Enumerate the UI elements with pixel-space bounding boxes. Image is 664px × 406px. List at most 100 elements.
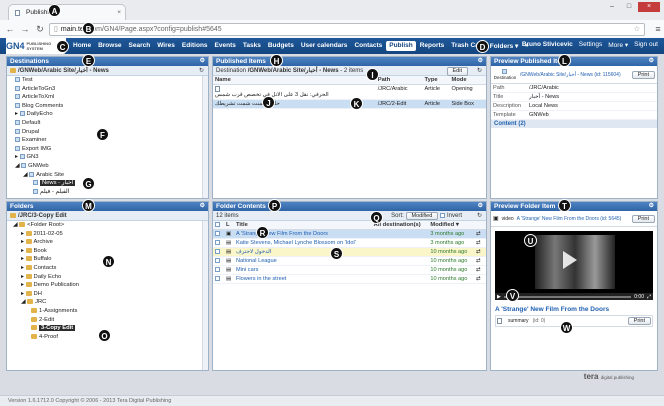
menu-user-calendars[interactable]: User calendars (298, 41, 351, 51)
publish-icon[interactable]: ⇄ (474, 247, 486, 258)
panel-gear-icon[interactable]: ⚙ (649, 57, 654, 66)
reload-icon[interactable]: ↻ (34, 23, 46, 35)
refresh-icon[interactable]: ↻ (477, 66, 482, 76)
destination-tile[interactable]: Destination (493, 68, 517, 80)
fullscreen-icon[interactable]: ⤢ (647, 294, 651, 300)
menu-browse[interactable]: Browse (95, 41, 124, 51)
user-name[interactable]: Bruno Stivicevic (522, 41, 573, 49)
col-type[interactable]: Type (422, 76, 450, 85)
menu-events[interactable]: Events (212, 41, 239, 51)
publish-icon[interactable]: ⇄ (474, 265, 486, 276)
window-close-icon[interactable]: × (638, 2, 660, 12)
settings-link[interactable]: Settings (579, 41, 603, 49)
edit-button[interactable]: Edit (446, 67, 468, 76)
menu-reports[interactable]: Reports (417, 41, 448, 51)
menu-search[interactable]: Search (126, 41, 154, 51)
menu-contacts[interactable]: Contacts (351, 41, 385, 51)
table-row[interactable]: ▤ National League 10 months ago ⇄ (213, 256, 486, 267)
tree-item[interactable]: 2-Edit (13, 316, 208, 325)
tree-item[interactable]: ◢ <Folder Root> (13, 221, 208, 230)
table-row[interactable]: ▤ الدخول لاحترف 10 months ago ⇄ (213, 247, 486, 258)
tree-item-selected[interactable]: News - أخبار (15, 179, 208, 188)
tree-item[interactable]: الفيلم - فيلم (15, 188, 208, 197)
table-row[interactable]: ▤ Mini cars 10 months ago ⇄ (213, 265, 486, 276)
refresh-icon[interactable]: ↻ (477, 211, 482, 221)
tree-item[interactable]: ◢ JRC (13, 298, 208, 307)
tree-item[interactable]: Examiner (15, 136, 208, 145)
menu-folders[interactable]: Folders ▾ (487, 41, 522, 51)
item-title[interactable]: National League (234, 256, 372, 267)
item-title[interactable]: Flowers in the street (234, 274, 372, 285)
item-title[interactable]: A 'Strange' New Film From the Doors (234, 229, 372, 240)
tree-item[interactable]: Drupal (15, 128, 208, 137)
table-row[interactable]: ▣ A 'Strange' New Film From the Doors 3 … (213, 229, 486, 240)
row-checkbox[interactable] (213, 229, 224, 240)
row-checkbox[interactable] (213, 247, 224, 258)
panel-gear-icon[interactable]: ⚙ (649, 202, 654, 211)
select-all-checkbox[interactable] (215, 222, 220, 227)
menu-editions[interactable]: Editions (179, 41, 211, 51)
browser-tab[interactable]: Publishing × (8, 4, 126, 20)
row-checkbox-box[interactable] (215, 249, 220, 255)
content-section[interactable]: Content (2) (491, 120, 657, 128)
panel-gear-icon[interactable]: ⚙ (478, 202, 483, 211)
menu-tasks[interactable]: Tasks (240, 41, 264, 51)
play-small-icon[interactable]: ▶ (497, 294, 501, 300)
item-title[interactable]: Katie Stevens, Michael Lynche Blossom on… (234, 238, 372, 249)
table-row[interactable]: الحرفي: نقل 3 على الاتل في تخصص قرب شمس … (213, 84, 486, 101)
publish-icon[interactable]: ⇄ (474, 274, 486, 285)
tree-item[interactable]: 1-Assignments (13, 307, 208, 316)
panel-gear-icon[interactable]: ⚙ (200, 202, 205, 211)
col-modified[interactable]: Modified ▾ (428, 221, 474, 231)
browser-menu-icon[interactable]: ≡ (652, 23, 664, 35)
tree-item[interactable]: Test (15, 76, 208, 85)
tree-item[interactable]: ArticleToXml (15, 93, 208, 102)
row-checkbox[interactable] (213, 238, 224, 249)
tree-item[interactable]: ▸ Book (13, 247, 208, 256)
tree-item[interactable]: ▸ Daily Echo (13, 273, 208, 282)
signout-link[interactable]: Sign out (634, 41, 658, 49)
close-tab-icon[interactable]: × (117, 9, 121, 16)
col-path[interactable]: Path (375, 76, 423, 85)
print-button[interactable]: Print (631, 70, 655, 79)
address-bar[interactable]: ▯ main.te .com/GN4/Page.aspx?config=publ… (49, 22, 645, 36)
tree-item[interactable]: ▸ Demo Publication (13, 281, 208, 290)
invert-checkbox[interactable] (439, 212, 445, 218)
table-row[interactable]: ▤ Katie Stevens, Michael Lynche Blossom … (213, 238, 486, 249)
col-select[interactable] (213, 221, 224, 231)
item-title[interactable]: Mini cars (234, 265, 372, 276)
menu-publish[interactable]: Publish (386, 41, 416, 51)
col-title[interactable]: Title (234, 221, 372, 231)
row-checkbox-box[interactable] (215, 267, 220, 273)
scrollbar[interactable] (202, 76, 208, 198)
panel-gear-icon[interactable]: ⚙ (200, 57, 205, 66)
tree-item[interactable]: ▸ DH (13, 290, 208, 299)
row-checkbox-box[interactable] (215, 258, 220, 264)
tree-item[interactable]: ▸ Archive (13, 238, 208, 247)
publish-icon[interactable]: ⇄ (474, 256, 486, 267)
row-checkbox[interactable] (213, 274, 224, 285)
publish-icon[interactable]: ⇄ (474, 229, 486, 240)
tree-item[interactable]: ◢ Arabic Site (15, 171, 208, 180)
menu-wires[interactable]: Wires (154, 41, 178, 51)
table-row[interactable]: ▤ Flowers in the street 10 months ago ⇄ (213, 274, 486, 285)
row-checkbox-box[interactable] (215, 276, 220, 282)
sort-select[interactable]: Modified (405, 212, 439, 220)
panel-gear-icon[interactable]: ⚙ (478, 57, 483, 66)
tree-item[interactable]: Default (15, 119, 208, 128)
tree-item[interactable]: Export IMG (15, 145, 208, 154)
tree-item[interactable]: ▸ 2011-02-05 (13, 230, 208, 239)
play-icon[interactable] (563, 251, 577, 269)
row-checkbox-box[interactable] (215, 231, 220, 237)
tree-item[interactable]: ArticleToGn3 (15, 85, 208, 94)
tree-item[interactable]: ▸ DailyEcho (15, 110, 208, 119)
tree-item[interactable]: ▸ GN3 (15, 153, 208, 162)
summary-print-button[interactable]: Print (627, 317, 651, 325)
tree-item[interactable]: Blog Comments (15, 102, 208, 111)
publish-icon[interactable]: ⇄ (474, 238, 486, 249)
seek-bar[interactable] (503, 295, 632, 298)
col-mode[interactable]: Mode (449, 76, 486, 85)
bookmark-star-icon[interactable]: ☆ (634, 25, 640, 33)
refresh-icon[interactable]: ↻ (199, 66, 204, 76)
more-menu[interactable]: More ▾ (608, 41, 628, 49)
